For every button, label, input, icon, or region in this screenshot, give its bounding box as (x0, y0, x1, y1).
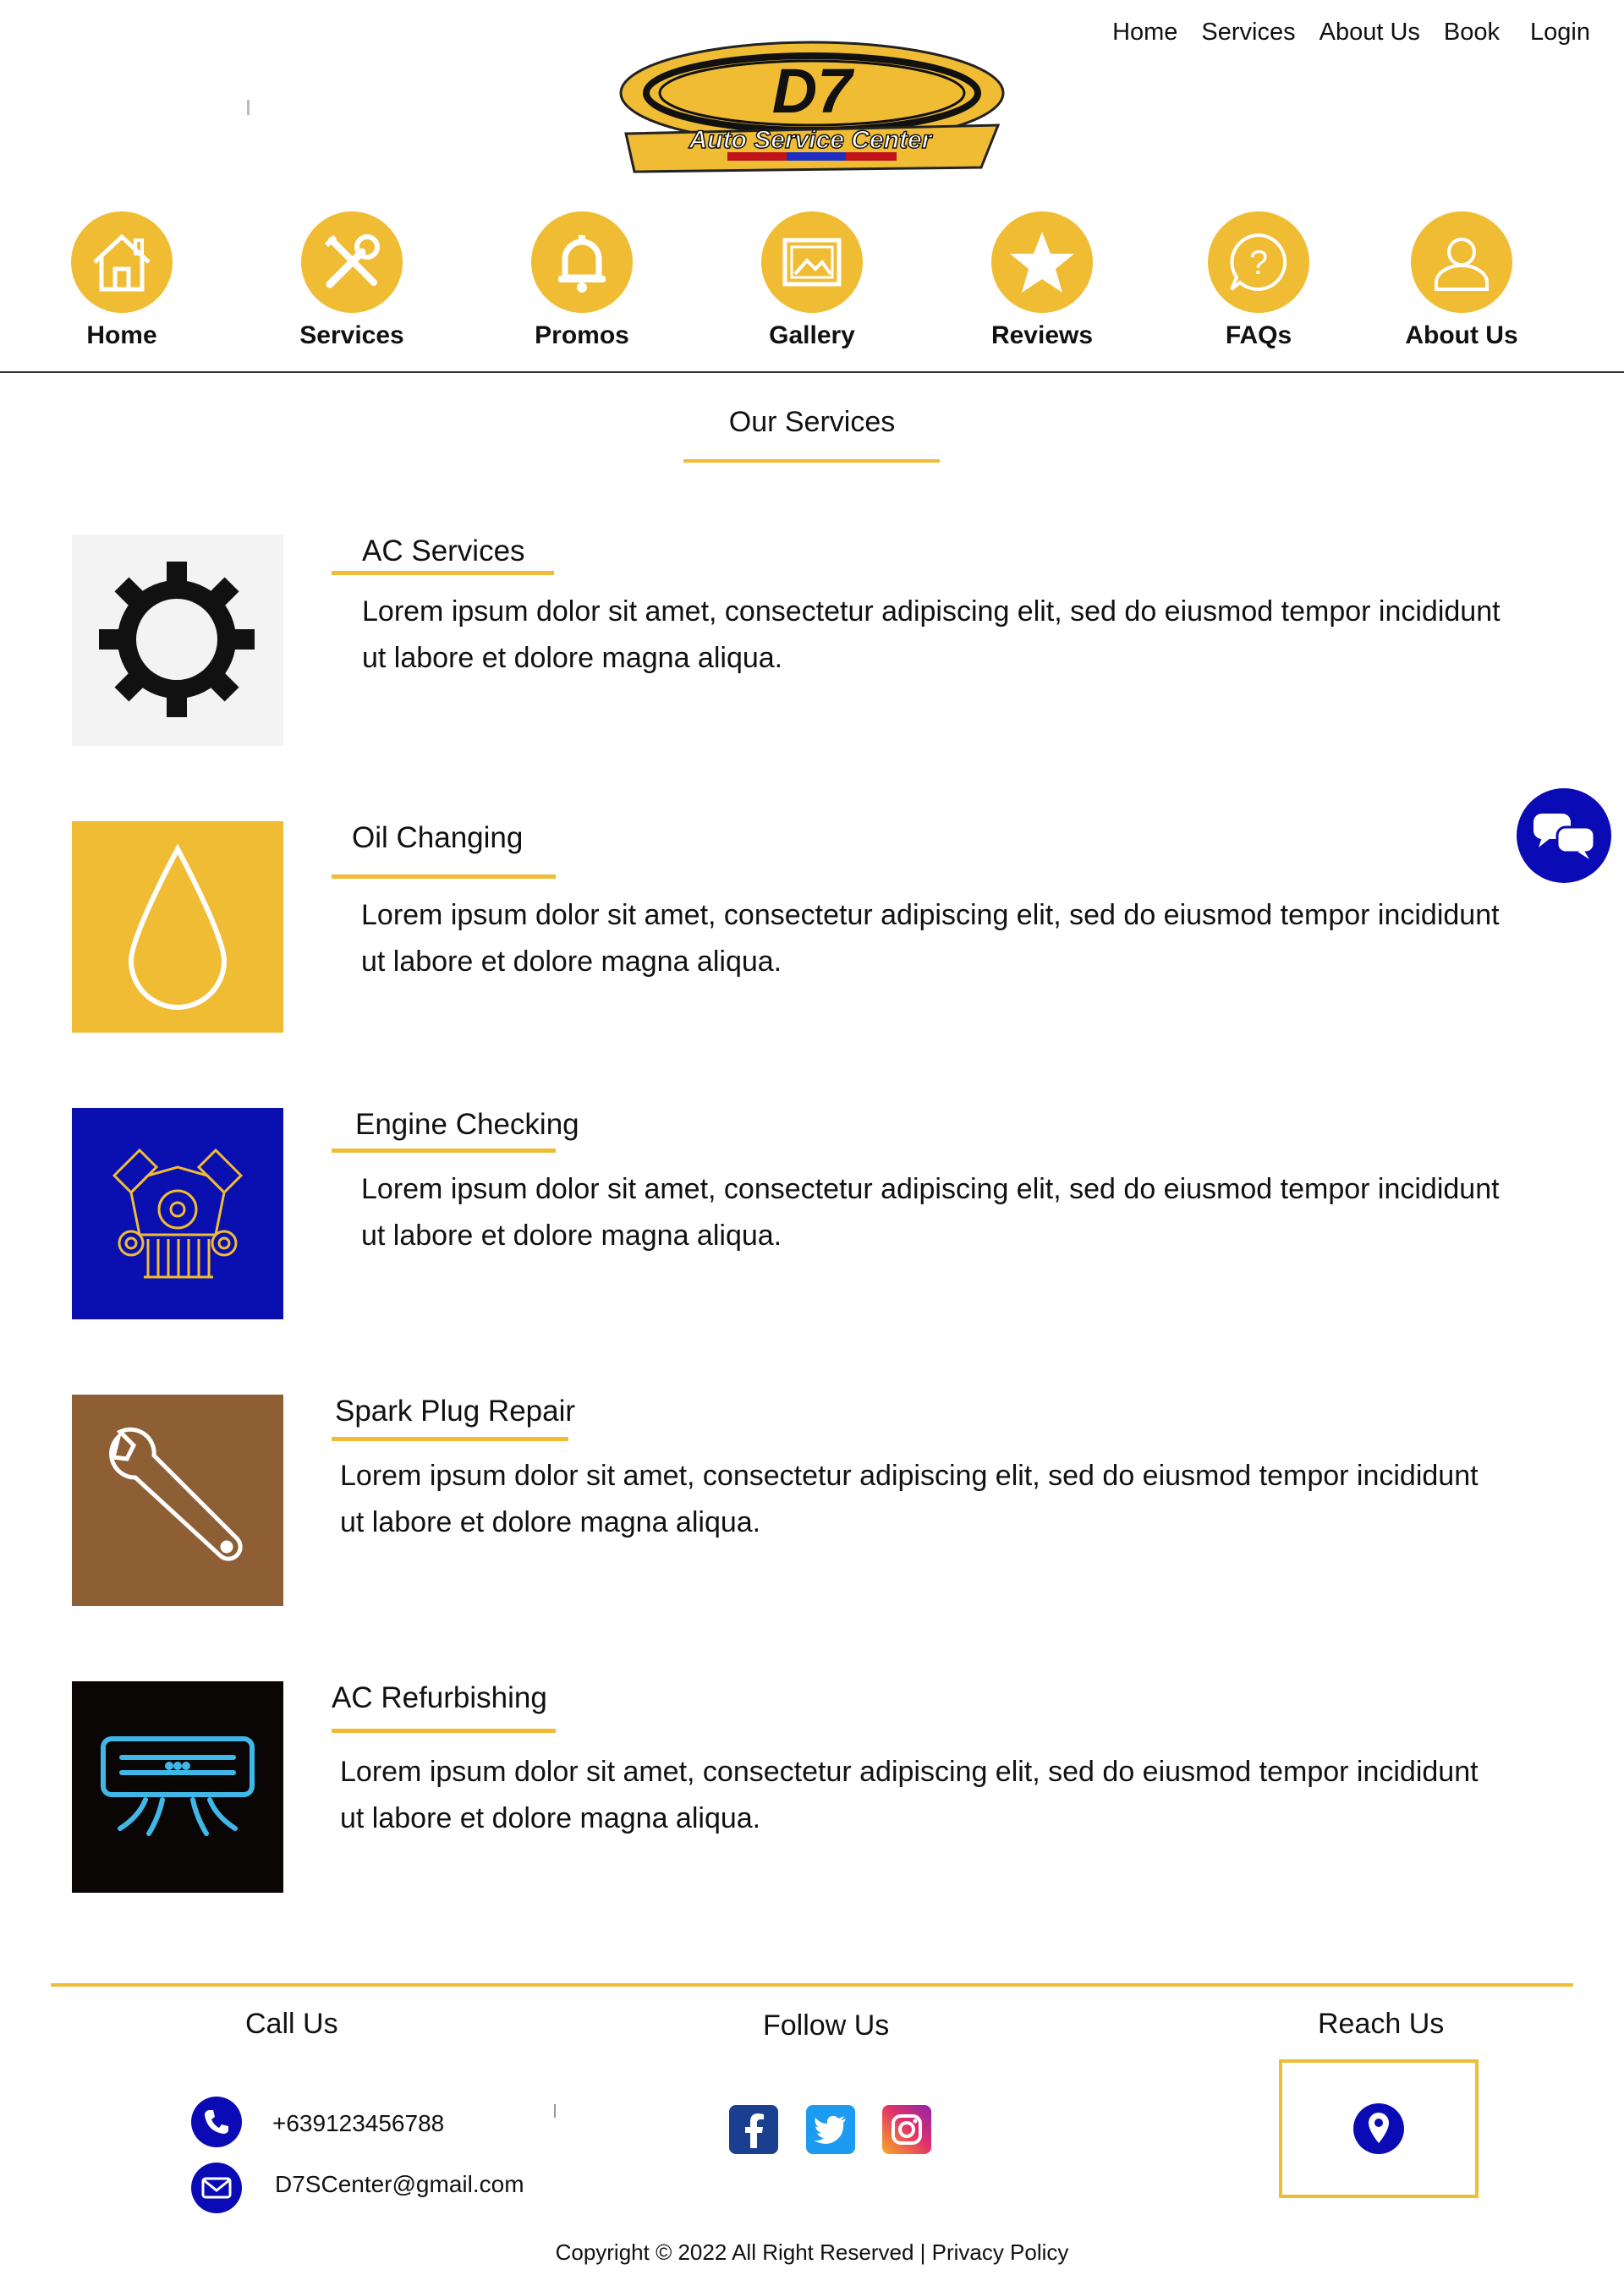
service-item: Engine Checking Lorem ipsum dolor sit am… (0, 1108, 1624, 1319)
service-title-underline (332, 1437, 568, 1441)
oil-drop-icon (128, 843, 228, 1010)
service-description-line: Lorem ipsum dolor sit amet, consectetur … (340, 1460, 1479, 1492)
reach-us-heading: Reach Us (1318, 2008, 1445, 2040)
iconnav-home-label: Home (86, 321, 157, 349)
topnav-login-link[interactable]: Login (1530, 19, 1590, 47)
service-description-line: Lorem ipsum dolor sit amet, consectetur … (361, 899, 1500, 931)
topnav-services-link[interactable]: Services (1201, 19, 1295, 47)
section-title: Our Services (728, 406, 896, 438)
service-description: Lorem ipsum dolor sit amet, consectetur … (340, 1749, 1566, 1842)
instagram-icon[interactable] (882, 2105, 931, 2154)
twitter-icon[interactable] (806, 2105, 855, 2154)
phone-number[interactable]: +639123456788 (272, 2110, 444, 2137)
service-description: Lorem ipsum dolor sit amet, consectetur … (362, 589, 1588, 682)
service-description-line: Lorem ipsum dolor sit amet, consectetur … (361, 1173, 1500, 1205)
service-title-underline (332, 1729, 556, 1733)
service-description-line: Lorem ipsum dolor sit amet, consectetur … (362, 595, 1501, 628)
call-us-heading: Call Us (245, 2008, 338, 2040)
section-title-underline (683, 459, 940, 463)
facebook-icon[interactable] (729, 2105, 778, 2154)
iconnav-reviews[interactable]: Reviews (957, 211, 1127, 350)
topnav-home-link[interactable]: Home (1112, 19, 1177, 47)
service-item: AC Refurbishing Lorem ipsum dolor sit am… (0, 1681, 1624, 1893)
engine-icon (112, 1148, 244, 1279)
iconnav-promos[interactable]: Promos (497, 211, 667, 350)
logo-subtitle: Auto Service Center (689, 126, 934, 154)
gear-icon (72, 534, 283, 746)
iconnav-about-label: About Us (1405, 321, 1518, 349)
email-address[interactable]: D7SCenter@gmail.com (275, 2171, 524, 2198)
d7-logo[interactable]: D7 Auto Service Center (617, 32, 1007, 176)
wrench-icon (109, 1427, 243, 1561)
service-title-underline (332, 571, 554, 575)
home-icon (71, 211, 173, 313)
separator-glyph (554, 2104, 556, 2118)
bell-icon (531, 211, 633, 313)
service-image-oil[interactable] (72, 821, 283, 1033)
user-icon (1411, 211, 1512, 313)
map-location-box[interactable] (1279, 2059, 1479, 2198)
iconnav-about[interactable]: About Us (1377, 211, 1546, 350)
iconnav-reviews-label: Reviews (990, 321, 1094, 349)
tools-icon (301, 211, 403, 313)
service-description-line: ut labore et dolore magna aliqua. (340, 1802, 761, 1834)
service-image-engine[interactable] (72, 1108, 283, 1319)
service-title: Spark Plug Repair (335, 1395, 576, 1428)
copyright-text: Copyright © 2022 All Right Reserved | Pr… (555, 2239, 1069, 2265)
iconnav-services[interactable]: Services (267, 211, 436, 350)
service-description-line: ut labore et dolore magna aliqua. (361, 946, 782, 978)
star-icon (991, 211, 1093, 313)
nav-divider (0, 371, 1624, 373)
svg-text:?: ? (1249, 244, 1268, 282)
iconnav-gallery[interactable]: Gallery (727, 211, 897, 350)
email-icon[interactable] (191, 2163, 242, 2213)
topnav-about-link[interactable]: About Us (1320, 19, 1420, 47)
service-description: Lorem ipsum dolor sit amet, consectetur … (361, 1166, 1588, 1259)
service-title: Engine Checking (355, 1108, 579, 1141)
chat-button[interactable] (1517, 788, 1611, 883)
service-image-ac[interactable] (72, 534, 283, 746)
service-image-spark[interactable] (72, 1395, 283, 1606)
service-title: AC Services (362, 534, 525, 567)
iconnav-faqs-label: FAQs (1225, 321, 1292, 349)
service-title-underline (332, 1148, 556, 1153)
service-item: Oil Changing Lorem ipsum dolor sit amet,… (0, 821, 1624, 1033)
iconnav-gallery-label: Gallery (769, 321, 855, 349)
service-description: Lorem ipsum dolor sit amet, consectetur … (340, 1453, 1566, 1546)
image-icon (761, 211, 863, 313)
footer-divider (51, 1983, 1573, 1987)
service-description-line: Lorem ipsum dolor sit amet, consectetur … (340, 1756, 1479, 1788)
service-item: AC Services Lorem ipsum dolor sit amet, … (0, 534, 1624, 746)
topnav-book-link[interactable]: Book (1444, 19, 1500, 47)
map-pin-icon (1353, 2103, 1404, 2154)
iconnav-promos-label: Promos (535, 321, 629, 349)
iconnav-home[interactable]: Home (37, 211, 206, 350)
service-description-line: ut labore et dolore magna aliqua. (362, 642, 783, 674)
iconnav-faqs[interactable]: ? FAQs (1174, 211, 1343, 350)
service-title-underline (332, 874, 556, 879)
service-image-ac-refurb[interactable] (72, 1681, 283, 1893)
air-conditioner-icon (101, 1736, 255, 1836)
top-navigation: Home Services About Us Book Login (1089, 19, 1590, 47)
service-description-line: ut labore et dolore magna aliqua. (340, 1506, 761, 1538)
icon-navigation: Home Services Promos Gallery Reviews ? F… (0, 211, 1624, 372)
question-icon: ? (1208, 211, 1309, 313)
service-item: Spark Plug Repair Lorem ipsum dolor sit … (0, 1395, 1624, 1606)
service-title: AC Refurbishing (332, 1681, 547, 1714)
phone-icon[interactable] (191, 2097, 242, 2147)
service-description: Lorem ipsum dolor sit amet, consectetur … (361, 892, 1588, 985)
chat-bubbles-icon (1533, 814, 1596, 859)
logo-title: D7 (772, 56, 855, 126)
follow-us-heading: Follow Us (763, 2009, 890, 2042)
service-title: Oil Changing (352, 821, 524, 854)
placeholder-glyph (247, 100, 250, 115)
service-description-line: ut labore et dolore magna aliqua. (361, 1220, 782, 1252)
iconnav-services-label: Services (299, 321, 404, 349)
